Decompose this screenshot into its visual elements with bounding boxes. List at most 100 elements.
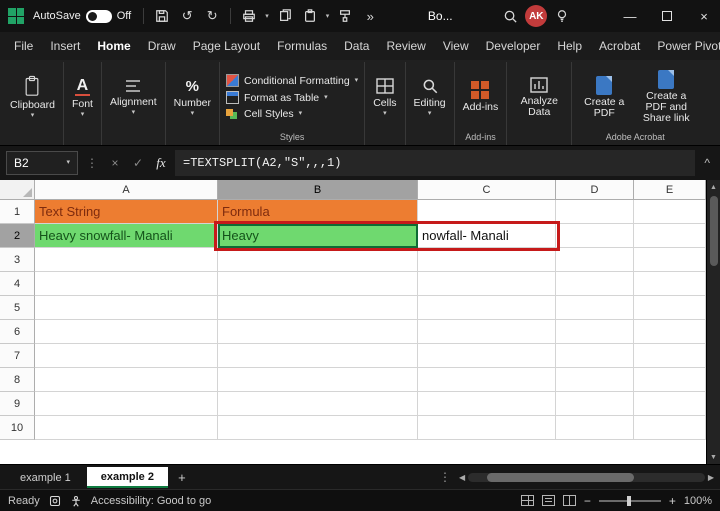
row-header-9[interactable]: 9 xyxy=(0,392,35,416)
tab-home[interactable]: Home xyxy=(89,34,138,58)
cell-C3[interactable] xyxy=(418,248,556,272)
cell-C10[interactable] xyxy=(418,416,556,440)
cell-A4[interactable] xyxy=(35,272,218,296)
row-header-6[interactable]: 6 xyxy=(0,320,35,344)
format-painter-button[interactable] xyxy=(335,4,355,28)
zoom-slider-knob[interactable] xyxy=(627,496,631,506)
cell-E2[interactable] xyxy=(634,224,706,248)
zoom-slider[interactable] xyxy=(599,500,661,502)
cell-A2[interactable]: Heavy snowfall- Manali xyxy=(35,224,218,248)
confirm-entry-button[interactable]: ✓ xyxy=(129,156,147,170)
cell-A9[interactable] xyxy=(35,392,218,416)
cell-D8[interactable] xyxy=(556,368,634,392)
cell-A7[interactable] xyxy=(35,344,218,368)
formula-bar-dots-icon[interactable]: ⋮ xyxy=(83,156,101,170)
cell-D10[interactable] xyxy=(556,416,634,440)
horizontal-scroll-thumb[interactable] xyxy=(487,473,634,482)
save-button[interactable] xyxy=(152,4,172,28)
cell-D6[interactable] xyxy=(556,320,634,344)
tab-review[interactable]: Review xyxy=(378,34,433,58)
cell-E6[interactable] xyxy=(634,320,706,344)
analyze-data-button[interactable]: Analyze Data xyxy=(510,75,568,119)
document-title[interactable]: Bo... xyxy=(422,9,459,23)
tab-options-dots-icon[interactable]: ⋮ xyxy=(433,470,457,484)
tab-power-pivot[interactable]: Power Pivot xyxy=(649,34,720,58)
add-ins-button[interactable]: Add-ins xyxy=(458,80,504,114)
create-pdf-share-button[interactable]: Create a PDF and Share link xyxy=(637,69,695,125)
cell-D5[interactable] xyxy=(556,296,634,320)
scroll-left-icon[interactable]: ◀ xyxy=(459,473,465,482)
clipboard-button[interactable]: Clipboard ▾ xyxy=(5,74,60,120)
cell-B5[interactable] xyxy=(218,296,418,320)
cell-B9[interactable] xyxy=(218,392,418,416)
sheet-tab-example-2[interactable]: example 2 xyxy=(87,467,168,488)
cell-B6[interactable] xyxy=(218,320,418,344)
close-button[interactable]: × xyxy=(688,0,720,32)
tab-help[interactable]: Help xyxy=(549,34,590,58)
cell-A5[interactable] xyxy=(35,296,218,320)
row-header-3[interactable]: 3 xyxy=(0,248,35,272)
cell-B3[interactable] xyxy=(218,248,418,272)
copy-button[interactable] xyxy=(275,4,295,28)
scroll-up-icon[interactable]: ▲ xyxy=(710,180,717,194)
cell-D2[interactable] xyxy=(556,224,634,248)
cell-E10[interactable] xyxy=(634,416,706,440)
create-pdf-button[interactable]: Create a PDF xyxy=(575,75,633,120)
cell-E3[interactable] xyxy=(634,248,706,272)
more-commands-button[interactable]: » xyxy=(360,4,380,28)
tab-insert[interactable]: Insert xyxy=(42,34,88,58)
cell-B10[interactable] xyxy=(218,416,418,440)
horizontal-scroll-track[interactable] xyxy=(468,473,705,482)
column-header-C[interactable]: C xyxy=(418,180,556,200)
cell-D9[interactable] xyxy=(556,392,634,416)
column-header-D[interactable]: D xyxy=(556,180,634,200)
zoom-level[interactable]: 100% xyxy=(684,495,712,507)
column-header-B[interactable]: B xyxy=(218,180,418,200)
undo-button[interactable]: ↺ xyxy=(177,4,197,28)
insert-function-button[interactable]: fx xyxy=(152,155,170,171)
cell-A10[interactable] xyxy=(35,416,218,440)
tab-data[interactable]: Data xyxy=(336,34,377,58)
maximize-button[interactable] xyxy=(651,0,683,32)
vertical-scrollbar[interactable]: ▲ ▼ xyxy=(706,180,720,464)
row-header-8[interactable]: 8 xyxy=(0,368,35,392)
tab-formulas[interactable]: Formulas xyxy=(269,34,335,58)
sheet-tab-example-1[interactable]: example 1 xyxy=(6,468,85,487)
cell-styles-button[interactable]: Cell Styles ▾ xyxy=(226,108,358,120)
cell-C6[interactable] xyxy=(418,320,556,344)
tab-file[interactable]: File xyxy=(6,34,41,58)
cell-D1[interactable] xyxy=(556,200,634,224)
column-header-E[interactable]: E xyxy=(634,180,706,200)
number-button[interactable]: % Number ▾ xyxy=(169,77,216,118)
accessibility-icon[interactable] xyxy=(70,495,82,507)
chevron-down-icon[interactable]: ▾ xyxy=(325,12,331,20)
cell-B7[interactable] xyxy=(218,344,418,368)
name-box[interactable]: B2 ▾ xyxy=(6,151,78,175)
row-header-5[interactable]: 5 xyxy=(0,296,35,320)
row-header-2[interactable]: 2 xyxy=(0,224,35,248)
new-sheet-button[interactable]: + xyxy=(170,470,194,485)
column-header-A[interactable]: A xyxy=(35,180,218,200)
cell-A6[interactable] xyxy=(35,320,218,344)
formula-input[interactable]: =TEXTSPLIT(A2,"S",,,1) xyxy=(175,150,695,176)
select-all-corner[interactable] xyxy=(0,180,35,200)
cell-B1[interactable]: Formula xyxy=(218,200,418,224)
cell-B8[interactable] xyxy=(218,368,418,392)
vertical-scroll-thumb[interactable] xyxy=(710,196,718,266)
avatar[interactable]: AK xyxy=(525,5,547,27)
tab-view[interactable]: View xyxy=(435,34,477,58)
cells-button[interactable]: Cells ▾ xyxy=(368,76,401,118)
cell-B2[interactable]: Heavy xyxy=(218,224,418,248)
cell-E8[interactable] xyxy=(634,368,706,392)
ideas-button[interactable] xyxy=(552,4,572,28)
tab-developer[interactable]: Developer xyxy=(478,34,549,58)
alignment-button[interactable]: Alignment ▾ xyxy=(105,77,162,117)
cell-E7[interactable] xyxy=(634,344,706,368)
cell-E4[interactable] xyxy=(634,272,706,296)
editing-button[interactable]: Editing ▾ xyxy=(409,76,451,118)
cell-C4[interactable] xyxy=(418,272,556,296)
page-layout-view-icon[interactable] xyxy=(542,495,555,506)
print-button[interactable] xyxy=(239,4,259,28)
zoom-out-button[interactable]: − xyxy=(584,494,591,508)
macro-record-icon[interactable] xyxy=(49,495,61,507)
